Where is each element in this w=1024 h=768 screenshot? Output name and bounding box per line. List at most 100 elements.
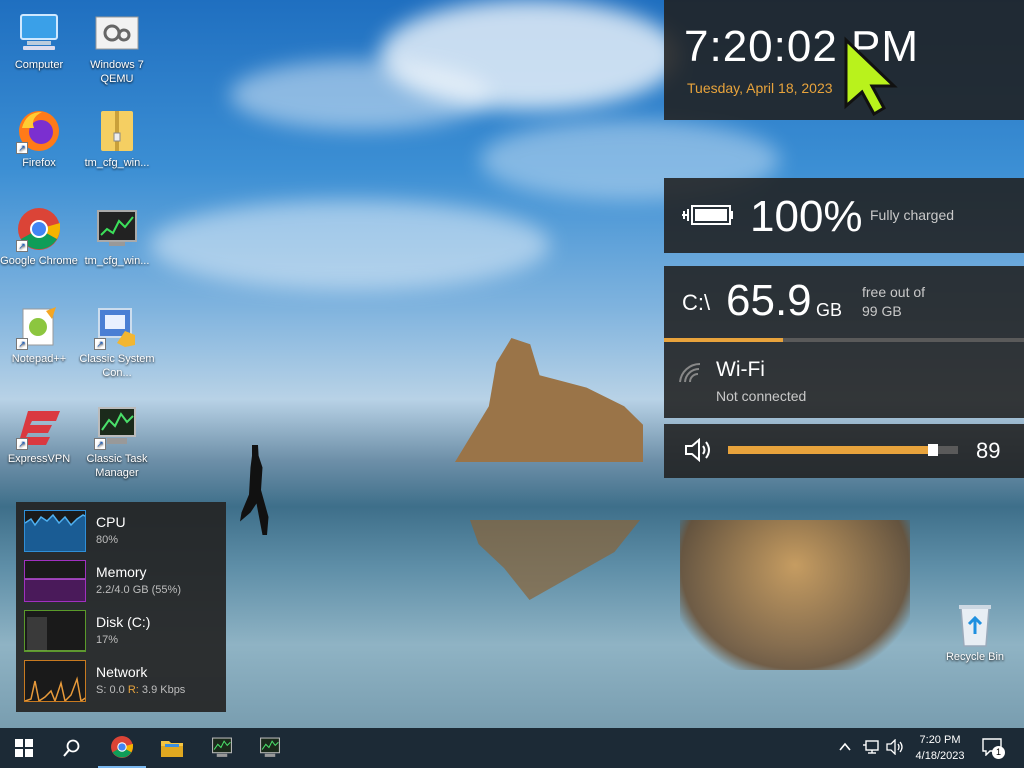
- firefox-icon: ↗: [16, 108, 62, 154]
- wallpaper-runner: [240, 445, 269, 535]
- zip-folder-icon: [94, 108, 140, 154]
- disk-detail-line2: 99 GB: [862, 303, 902, 319]
- desktop-icon-label: ExpressVPN: [7, 453, 71, 465]
- shortcut-arrow-icon: ↗: [94, 438, 106, 450]
- desktop-icon-classic-task-manager[interactable]: ↗ Classic Task Manager: [78, 404, 156, 480]
- wallpaper-rock-reflection: [470, 520, 640, 600]
- chrome-icon: [111, 736, 133, 758]
- search-button[interactable]: [48, 728, 96, 768]
- desktop-icon-google-chrome[interactable]: ↗ Google Chrome: [0, 206, 78, 268]
- perf-item-cpu[interactable]: CPU 80%: [24, 510, 224, 554]
- desktop-icon-label: Google Chrome: [0, 255, 78, 267]
- desktop-icon-label: Notepad++: [11, 353, 67, 365]
- taskbar-time: 7:20 PM: [919, 734, 961, 746]
- desktop-icon-label: Recycle Bin: [945, 651, 1005, 663]
- notification-button[interactable]: 1: [982, 738, 1005, 761]
- disk-free-unit: GB: [816, 300, 843, 320]
- taskbar-clock[interactable]: 7:20 PM 4/18/2023: [910, 732, 970, 764]
- shortcut-arrow-icon: ↗: [94, 338, 106, 350]
- perf-value: 17%: [96, 634, 119, 646]
- network-graph: [24, 660, 86, 702]
- desktop-icon-label: Classic Task Manager: [86, 453, 148, 479]
- computer-icon: [16, 10, 62, 56]
- memory-graph: [24, 560, 86, 602]
- taskbar-classic-task-manager-button[interactable]: [246, 728, 294, 768]
- task-manager-icon: [212, 737, 232, 757]
- wallpaper-rock: [455, 338, 643, 462]
- taskbar: 7:20 PM 4/18/2023 1: [0, 728, 1024, 768]
- network-send-label: S:: [96, 684, 107, 696]
- speaker-icon[interactable]: [886, 738, 904, 760]
- wallpaper-cloud: [150, 200, 550, 290]
- search-icon: [63, 739, 80, 757]
- volume-slider-fill: [728, 446, 933, 454]
- perf-title: Disk (C:): [96, 614, 151, 630]
- desktop-icon-tm-cfg-zip[interactable]: tm_cfg_win...: [78, 108, 156, 170]
- perf-title: Network: [96, 664, 148, 680]
- cpu-graph: [24, 510, 86, 552]
- wallpaper-sunset-reflection: [680, 520, 910, 670]
- start-icon: [15, 739, 33, 757]
- desktop-icon-windows7-qemu[interactable]: Windows 7 QEMU: [78, 10, 156, 86]
- wifi-widget: Wi-Fi Not connected: [664, 342, 1024, 418]
- battery-icon: [680, 202, 734, 233]
- mouse-cursor-icon: [844, 36, 898, 116]
- perf-title: Memory: [96, 564, 147, 580]
- perf-item-network[interactable]: Network S: 0.0 R: 3.9 Kbps: [24, 660, 224, 704]
- recycle-bin-icon: [952, 602, 998, 648]
- shortcut-arrow-icon: ↗: [16, 438, 28, 450]
- monitor-graph-icon: [94, 206, 140, 252]
- taskbar-task-manager-button[interactable]: [198, 728, 246, 768]
- control-panel-icon: ↗: [94, 304, 140, 350]
- expressvpn-icon: ↗: [16, 404, 62, 450]
- taskbar-date: 4/18/2023: [915, 750, 965, 762]
- taskbar-chrome-button[interactable]: [98, 728, 146, 768]
- notepad-plus-plus-icon: ↗: [16, 304, 62, 350]
- desktop-icon-computer[interactable]: Computer: [0, 10, 78, 72]
- desktop-icon-firefox[interactable]: ↗ Firefox: [0, 108, 78, 170]
- wifi-icon: [678, 362, 704, 389]
- desktop-icon-expressvpn[interactable]: ↗ ExpressVPN: [0, 404, 78, 466]
- notification-badge: 1: [992, 746, 1005, 759]
- perf-value: S: 0.0 R: 3.9 Kbps: [96, 684, 185, 696]
- desktop-icon-label: Firefox: [22, 157, 56, 169]
- taskbar-file-explorer-button[interactable]: [148, 728, 196, 768]
- battery-widget: 100% Fully charged: [664, 178, 1024, 253]
- file-explorer-icon: [161, 741, 183, 757]
- perf-title: CPU: [96, 514, 126, 530]
- desktop-icon-label: tm_cfg_win...: [84, 255, 150, 267]
- desktop-icon-notepad-plus-plus[interactable]: ↗ Notepad++: [0, 304, 78, 366]
- battery-percent: 100%: [750, 192, 863, 241]
- shortcut-arrow-icon: ↗: [16, 142, 28, 154]
- wifi-name: Wi-Fi: [716, 358, 765, 381]
- task-manager-icon: ↗: [94, 404, 140, 450]
- network-receive-label: R:: [127, 684, 139, 696]
- chevron-up-icon[interactable]: [838, 740, 852, 759]
- chrome-icon: ↗: [16, 206, 62, 252]
- disk-free-value: 65.9: [726, 276, 812, 325]
- task-manager-icon: [260, 737, 280, 757]
- battery-status: Fully charged: [870, 207, 955, 223]
- gear-icon: [94, 10, 140, 56]
- perf-item-disk[interactable]: Disk (C:) 17%: [24, 610, 224, 654]
- desktop-icon-recycle-bin[interactable]: Recycle Bin: [936, 602, 1014, 664]
- performance-monitor-widget: CPU 80% Memory 2.2/4.0 GB (55%) Disk (C:…: [16, 502, 226, 712]
- desktop-icon-tm-cfg-exe[interactable]: tm_cfg_win...: [78, 206, 156, 268]
- start-button[interactable]: [0, 728, 48, 768]
- desktop-icon-label: Classic System Con...: [79, 353, 155, 379]
- desktop-icon-label: tm_cfg_win...: [84, 157, 150, 169]
- wallpaper-cloud: [230, 60, 490, 130]
- desktop-icon-label: Computer: [14, 59, 64, 71]
- volume-slider-thumb[interactable]: [927, 444, 938, 456]
- disk-widget: C:\ 65.9 GB free out of 99 GB: [664, 266, 1024, 342]
- volume-level: 89: [976, 438, 1001, 463]
- desktop-icon-label: Windows 7 QEMU: [90, 59, 144, 85]
- shortcut-arrow-icon: ↗: [16, 240, 28, 252]
- speaker-icon[interactable]: [684, 437, 714, 467]
- desktop-icon-classic-system-config[interactable]: ↗ Classic System Con...: [78, 304, 156, 380]
- disk-graph: [24, 610, 86, 652]
- network-icon[interactable]: [862, 739, 880, 760]
- perf-item-memory[interactable]: Memory 2.2/4.0 GB (55%): [24, 560, 224, 604]
- volume-slider[interactable]: [728, 444, 958, 456]
- perf-value: 80%: [96, 534, 119, 546]
